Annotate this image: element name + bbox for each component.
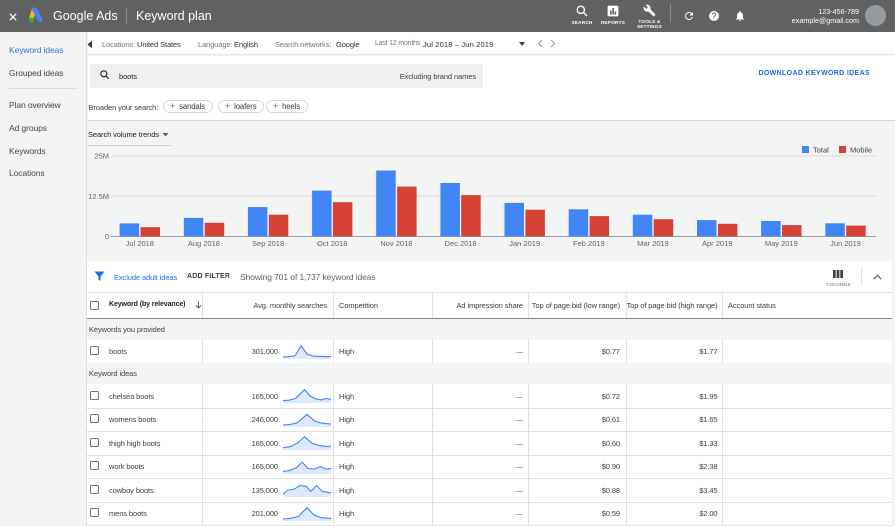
- svg-text:Aug 2018: Aug 2018: [188, 239, 220, 248]
- svg-text:12.5M: 12.5M: [88, 192, 109, 201]
- svg-text:Sep 2018: Sep 2018: [252, 239, 284, 248]
- svg-text:Jan 2019: Jan 2019: [509, 239, 540, 248]
- svg-text:Jul 2018: Jul 2018: [126, 239, 154, 248]
- svg-text:0: 0: [105, 232, 109, 241]
- svg-text:May 2019: May 2019: [765, 239, 798, 248]
- svg-text:Feb 2019: Feb 2019: [573, 239, 605, 248]
- svg-text:Nov 2018: Nov 2018: [380, 239, 412, 248]
- svg-text:25M: 25M: [94, 152, 109, 161]
- svg-text:Mobile: Mobile: [850, 145, 872, 154]
- svg-text:Apr 2019: Apr 2019: [702, 239, 732, 248]
- svg-text:Jun 2019: Jun 2019: [830, 239, 861, 248]
- svg-text:Dec 2018: Dec 2018: [445, 239, 477, 248]
- svg-text:Total: Total: [813, 145, 829, 154]
- svg-text:Oct 2018: Oct 2018: [317, 239, 347, 248]
- svg-text:Mar 2019: Mar 2019: [637, 239, 669, 248]
- svg-text:Search volume trends: Search volume trends: [88, 130, 159, 139]
